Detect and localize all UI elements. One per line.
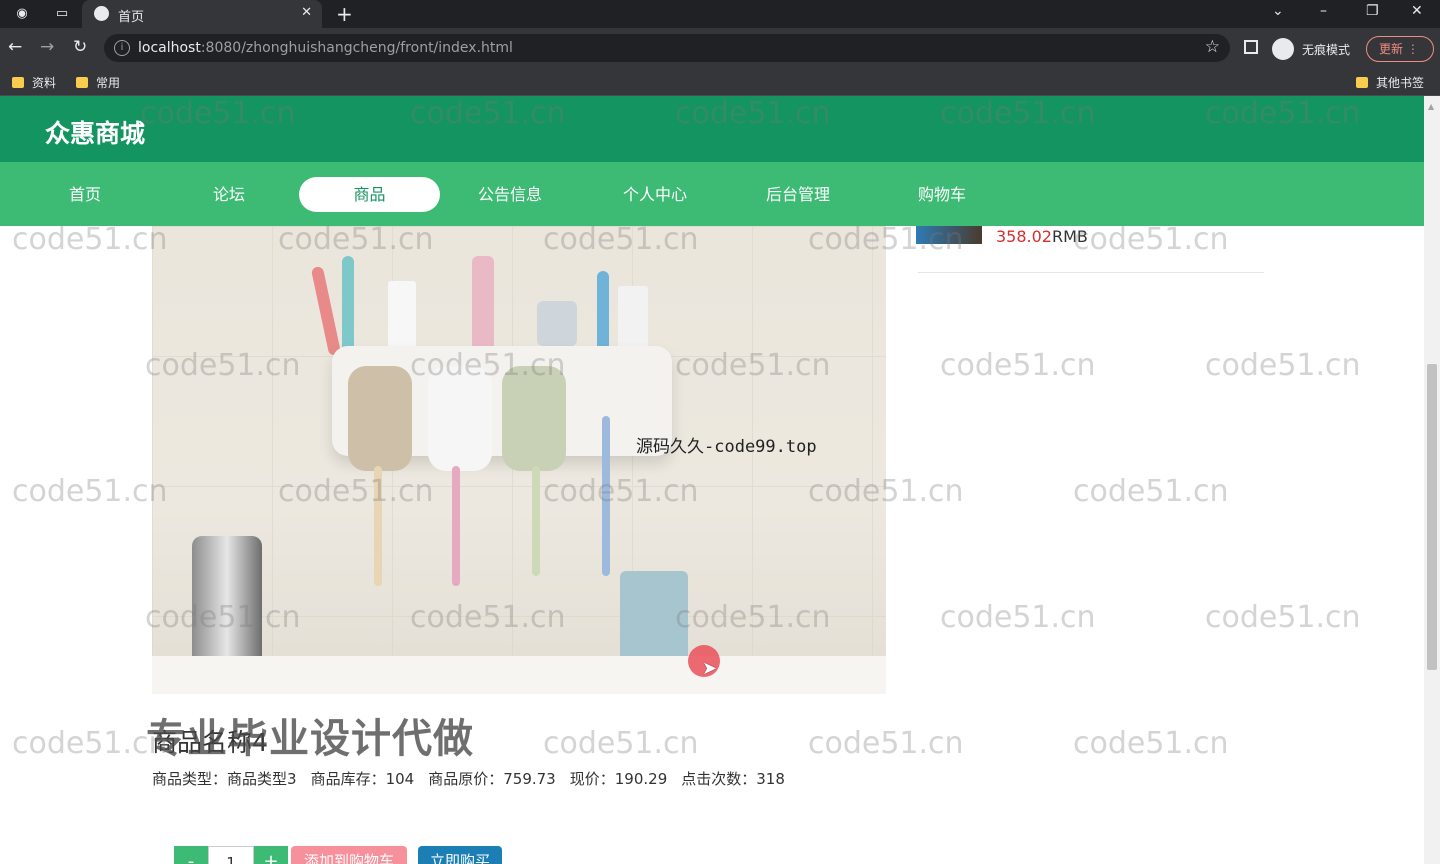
product-meta: 商品类型：商品类型3 商品库存：104 商品原价：759.73 现价：190.29 点击… [152,768,785,789]
source-watermark-text: 源码久久-code99.top [636,437,817,457]
folder-icon [1356,77,1368,88]
incognito-label: 无痕模式 [1302,43,1351,57]
main-nav: 首页 论坛 商品 公告信息 个人中心 后台管理 购物车 [0,162,1424,226]
folder-icon [76,77,88,88]
globe-icon [94,6,109,21]
product-image [152,226,886,694]
nav-item-admin[interactable]: 后台管理 [753,177,843,212]
reload-icon[interactable]: ↻ [73,37,87,57]
incognito-icon[interactable] [1272,38,1294,60]
cursor-icon: ➤ [702,658,718,679]
stock-value: 104 [385,770,415,788]
bookmark-folder-changyong[interactable]: 常用 [76,74,120,91]
clicks-value: 318 [756,770,785,788]
site-header: 众惠商城 [0,96,1424,162]
site-title[interactable]: 众惠商城 [45,114,145,150]
update-button[interactable]: 更新 ⋮ [1366,36,1434,62]
original-price-label: 商品原价： [428,770,504,788]
browser-logo-icon[interactable]: ◉ [14,6,30,22]
other-bookmarks[interactable]: 其他书签 [1356,74,1424,91]
watermark: code51.cn [543,726,699,761]
nav-item-cart[interactable]: 购物车 [897,177,987,212]
clicks-label: 点击次数： [681,770,757,788]
bookmark-star-icon[interactable]: ☆ [1205,37,1220,57]
nav-item-forum[interactable]: 论坛 [184,177,274,212]
watermark: code51.cn [1073,726,1229,761]
watermark: code51.cn [940,348,1096,383]
price-label: 现价： [569,770,615,788]
forward-icon[interactable]: → [40,37,54,57]
scroll-up-icon[interactable]: ▲ [1428,102,1434,111]
browser-tab[interactable]: 首页 ✕ [82,0,322,28]
divider [918,272,1264,273]
bookmarks-bar: 资料 常用 其他书签 [0,68,1440,96]
page-scrollbar[interactable]: ▲ [1424,96,1440,864]
browser-tab-strip: ◉ ▭ 首页 ✕ + ⌄ – ❐ ✕ [0,0,1440,28]
watermark: code51.cn [808,726,964,761]
promo-watermark: 专业毕业设计代做 [146,716,474,762]
nav-item-announcements[interactable]: 公告信息 [465,177,555,212]
chevron-down-icon[interactable]: ⌄ [1272,3,1284,19]
close-icon[interactable]: ✕ [301,5,312,20]
restore-icon[interactable]: ❐ [1366,3,1379,19]
decrement-button[interactable]: - [174,846,208,864]
recommended-thumbnail[interactable] [916,226,982,244]
original-price-value: 759.73 [503,770,556,788]
nav-item-user-center[interactable]: 个人中心 [610,177,700,212]
buy-now-button[interactable]: 立即购买 [418,846,502,864]
recommended-price: 358.02RMB [996,227,1088,246]
browser-toolbar: ← → ↻ i localhost:8080/zhonghuishangchen… [0,28,1440,68]
stock-label: 商品库存： [310,770,386,788]
watermark: code51.cn [1205,348,1361,383]
info-icon[interactable]: i [114,40,130,56]
watermark: code51.cn [1205,600,1361,635]
page-content: 众惠商城 首页 论坛 商品 公告信息 个人中心 后台管理 购物车 源码久久-co… [0,96,1424,864]
watermark: code51.cn [1073,222,1229,257]
bookmark-folder-ziliao[interactable]: 资料 [12,74,56,91]
scrollbar-thumb[interactable] [1427,364,1437,670]
minimize-icon[interactable]: – [1320,3,1327,19]
browser-tab-title: 首页 [118,10,145,25]
add-to-cart-button[interactable]: 添加到购物车 [291,846,407,864]
increment-button[interactable]: + [254,846,288,864]
address-bar[interactable]: i localhost:8080/zhonghuishangcheng/fron… [104,34,1230,62]
window-close-icon[interactable]: ✕ [1411,3,1423,19]
folder-icon [12,77,24,88]
back-icon[interactable]: ← [8,37,22,57]
url-text: localhost:8080/zhonghuishangcheng/front/… [138,40,513,56]
type-label: 商品类型： [152,770,228,788]
watermark: code51.cn [12,726,168,761]
watermark: code51.cn [12,474,168,509]
quantity-input[interactable]: 1 [208,846,254,864]
watermark: code51.cn [12,222,168,257]
type-value: 商品类型3 [227,770,297,788]
side-panel-icon[interactable] [1244,40,1258,54]
new-tab-icon[interactable]: + [336,2,353,26]
nav-item-home[interactable]: 首页 [40,177,130,212]
price-value: 190.29 [614,770,668,788]
watermark: code51.cn [1073,474,1229,509]
nav-item-products[interactable]: 商品 [299,177,440,212]
tab-search-icon[interactable]: ▭ [54,6,70,22]
watermark: code51.cn [940,600,1096,635]
